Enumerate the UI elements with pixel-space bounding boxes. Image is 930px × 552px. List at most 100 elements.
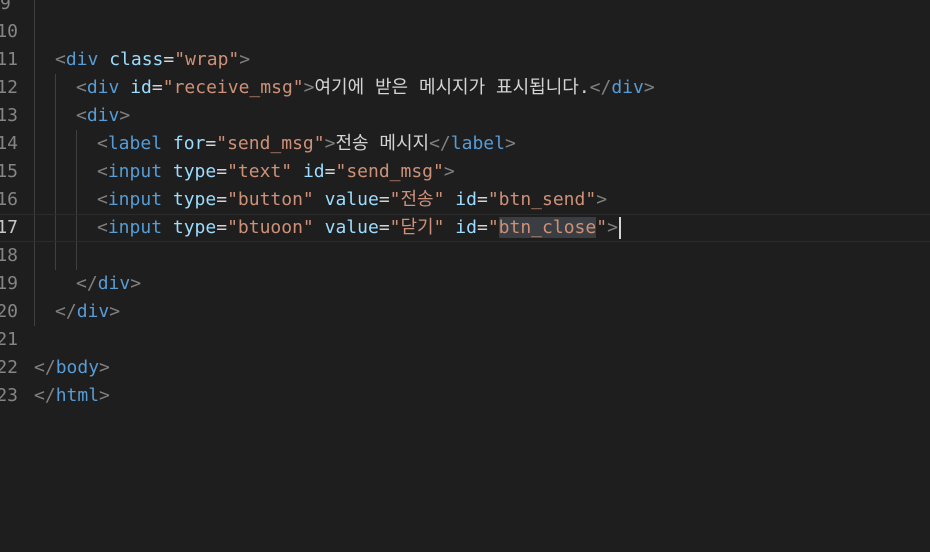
tag-token: label	[107, 133, 163, 154]
line-number: 19	[0, 273, 18, 294]
attribute-token: value	[324, 189, 379, 210]
punctuation-token: >	[119, 105, 131, 126]
operator-token: =	[476, 217, 488, 238]
code-line[interactable]: 23 </html>	[0, 382, 930, 410]
tag-token: html	[55, 385, 100, 406]
code-line[interactable]: 22 </body>	[0, 354, 930, 382]
string-token: "btn_send"	[487, 189, 597, 210]
punctuation-token: <	[97, 161, 108, 182]
punctuation-token: >	[99, 385, 110, 406]
string-token: "send_msg"	[216, 133, 325, 154]
punctuation-token: </	[76, 273, 98, 294]
line-number: 16	[0, 189, 18, 210]
punctuation-token: >	[130, 273, 142, 294]
code-content[interactable]: <div class="wrap">	[34, 46, 250, 74]
code-line[interactable]: 14 <label for="send_msg">전송 메시지</label>	[0, 130, 930, 158]
code-content[interactable]: <input type="btuoon" value="닫기" id="btn_…	[34, 214, 621, 242]
punctuation-token: >	[99, 357, 110, 378]
line-number: 15	[0, 161, 18, 182]
code-line[interactable]: 11 <div class="wrap">	[0, 46, 930, 74]
punctuation-token: >	[239, 49, 251, 70]
code-line[interactable]: 18	[0, 242, 930, 270]
tag-token: input	[107, 217, 163, 238]
code-line[interactable]: 12 <div id="receive_msg">여기에 받은 메시지가 표시됩니…	[0, 74, 930, 102]
line-number: 18	[0, 245, 18, 266]
code-content[interactable]: <div id="receive_msg">여기에 받은 메시지가 표시됩니다.…	[34, 74, 655, 102]
code-content[interactable]: </html>	[34, 382, 110, 410]
code-content[interactable]: <input type="text" id="send_msg">	[34, 158, 455, 186]
attribute-token: id	[130, 77, 152, 98]
punctuation-token: >	[643, 77, 655, 98]
code-editor[interactable]: 9 10 11 <div class="wrap"> 12 <div id="receiv…	[0, 0, 930, 552]
attribute-token: id	[455, 189, 477, 210]
line-number: 21	[0, 329, 18, 350]
selected-string-token: btn_close	[498, 217, 597, 238]
code-line[interactable]: 17 <input type="btuoon" value="닫기" id="bt…	[0, 214, 930, 242]
operator-token: =	[378, 217, 390, 238]
punctuation-token: </	[34, 385, 56, 406]
punctuation-token: >	[109, 301, 121, 322]
string-token: "닫기"	[389, 217, 445, 238]
code-content[interactable]: </div>	[34, 298, 120, 326]
code-line[interactable]: 10	[0, 18, 930, 46]
text-token: 전송 메시지	[335, 133, 430, 154]
code-content[interactable]: </div>	[34, 270, 141, 298]
line-number: 22	[0, 357, 18, 378]
code-content[interactable]: <label for="send_msg">전송 메시지</label>	[34, 130, 516, 158]
string-token: "전송"	[389, 189, 445, 210]
code-line[interactable]: 13 <div>	[0, 102, 930, 130]
line-number: 10	[0, 21, 18, 42]
code-content[interactable]: <input type="button" value="전송" id="btn_…	[34, 186, 607, 214]
code-content[interactable]: </body>	[34, 354, 110, 382]
code-line[interactable]: 19 </div>	[0, 270, 930, 298]
punctuation-token: >	[596, 189, 608, 210]
tag-token: div	[86, 77, 120, 98]
code-line[interactable]: 20 </div>	[0, 298, 930, 326]
code-content[interactable]: <div>	[34, 102, 130, 130]
operator-token: =	[163, 49, 175, 70]
string-token: "button"	[227, 189, 314, 210]
line-number: 9	[0, 0, 11, 14]
string-token: "wrap"	[174, 49, 240, 70]
tag-token: div	[86, 105, 120, 126]
punctuation-token: <	[97, 133, 108, 154]
tag-token: div	[65, 49, 99, 70]
punctuation-token: >	[303, 77, 315, 98]
code-line[interactable]: 15 <input type="text" id="send_msg">	[0, 158, 930, 186]
operator-token: =	[378, 189, 390, 210]
tag-token: label	[450, 133, 505, 154]
code-line[interactable]: 16 <input type="button" value="전송" id="bt…	[0, 186, 930, 214]
string-token: "	[487, 217, 499, 238]
attribute-token: value	[324, 217, 379, 238]
code-line[interactable]: 21	[0, 326, 930, 354]
attribute-token: id	[455, 217, 477, 238]
line-number: 11	[0, 49, 18, 70]
line-number: 20	[0, 301, 18, 322]
operator-token: =	[324, 161, 336, 182]
punctuation-token: <	[97, 217, 108, 238]
attribute-token: class	[109, 49, 164, 70]
code-line[interactable]: 9	[0, 0, 930, 18]
string-token: "text"	[227, 161, 293, 182]
punctuation-token: >	[324, 133, 336, 154]
attribute-token: type	[172, 217, 217, 238]
line-number: 14	[0, 133, 18, 154]
punctuation-token: </	[429, 133, 451, 154]
text-cursor	[618, 217, 621, 239]
line-number: 17	[0, 217, 18, 238]
string-token: "btuoon"	[227, 217, 314, 238]
operator-token: =	[151, 77, 163, 98]
attribute-token: id	[302, 161, 325, 182]
line-number: 23	[0, 385, 18, 406]
tag-token: div	[97, 273, 131, 294]
tag-token: body	[55, 357, 100, 378]
